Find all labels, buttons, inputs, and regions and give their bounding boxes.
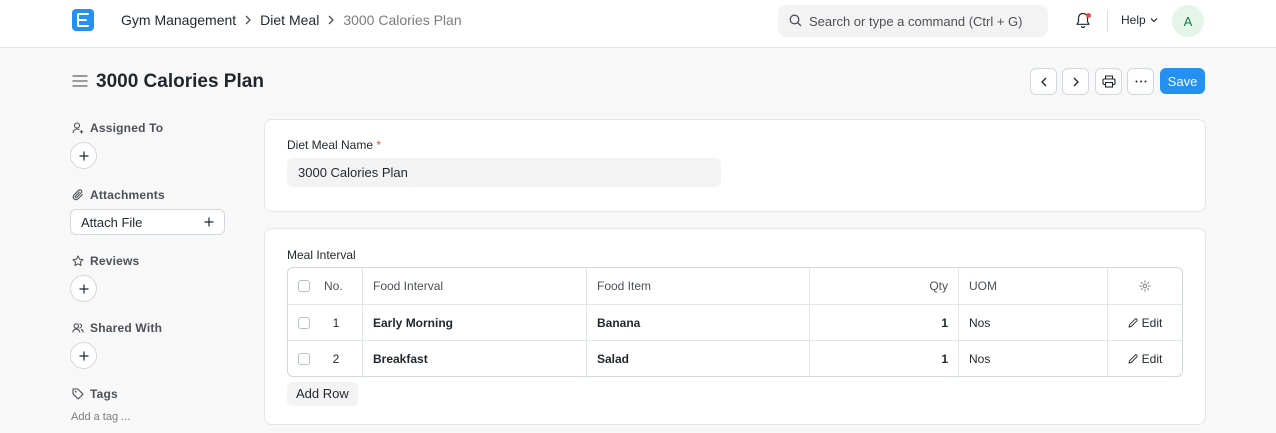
edit-label: Edit: [1141, 315, 1163, 330]
attachments-label: Attachments: [90, 188, 165, 202]
pencil-icon: [1128, 317, 1138, 328]
add-tag-link[interactable]: Add a tag ...: [71, 411, 130, 423]
more-actions-button[interactable]: [1127, 68, 1154, 95]
print-button[interactable]: [1095, 68, 1122, 95]
gear-icon[interactable]: [1139, 280, 1151, 292]
star-icon: [72, 255, 84, 267]
edit-label: Edit: [1141, 351, 1163, 366]
plus-icon: [79, 151, 89, 161]
table-row[interactable]: 2 Breakfast Salad 1 Nos Edit: [288, 340, 1182, 376]
assigned-to-label: Assigned To: [90, 121, 164, 135]
breadcrumb: Gym Management Diet Meal 3000 Calories P…: [121, 12, 462, 28]
select-all-cell: [288, 268, 320, 304]
details-card: Diet Meal Name * 3000 Calories Plan: [264, 119, 1206, 212]
column-settings-cell[interactable]: [1107, 268, 1182, 304]
breadcrumb-gym-management[interactable]: Gym Management: [121, 12, 236, 28]
shared-with-section: Shared With: [72, 321, 162, 335]
help-label: Help: [1121, 13, 1146, 27]
navbar-divider: [1107, 10, 1108, 32]
select-all-checkbox[interactable]: [298, 280, 310, 292]
help-dropdown[interactable]: Help: [1121, 13, 1158, 27]
previous-doc-button[interactable]: [1030, 68, 1057, 95]
qty-cell[interactable]: 1: [809, 341, 958, 376]
food-interval-cell[interactable]: Breakfast: [362, 341, 586, 376]
qty-cell[interactable]: 1: [809, 305, 958, 340]
add-review-button[interactable]: [70, 275, 97, 302]
page-title: 3000 Calories Plan: [96, 71, 264, 92]
chevron-right-icon: [236, 15, 260, 25]
table-row[interactable]: 1 Early Morning Banana 1 Nos Edit: [288, 304, 1182, 340]
add-assignee-button[interactable]: [70, 142, 97, 169]
column-header-food-interval: Food Interval: [362, 268, 586, 304]
navbar: Gym Management Diet Meal 3000 Calories P…: [0, 0, 1276, 48]
chevron-down-icon: [1150, 17, 1158, 23]
row-number-cell: 2: [320, 341, 362, 376]
column-header-uom: UOM: [958, 268, 1107, 304]
tags-section: Tags: [72, 387, 118, 401]
more-dots-icon: [1135, 80, 1147, 83]
attachments-section: Attachments: [72, 188, 165, 202]
plus-icon: [204, 217, 214, 227]
table-header-row: No. Food Interval Food Item Qty UOM: [288, 268, 1182, 304]
chevron-right-icon: [1072, 77, 1080, 87]
users-icon: [72, 322, 84, 334]
attach-file-button[interactable]: Attach File: [70, 209, 225, 235]
paperclip-icon: [72, 189, 84, 201]
meal-interval-label: Meal Interval: [287, 248, 356, 262]
search-input[interactable]: [809, 5, 1041, 37]
meal-interval-table: No. Food Interval Food Item Qty UOM 1 Ea…: [287, 267, 1183, 377]
breadcrumb-diet-meal[interactable]: Diet Meal: [260, 12, 319, 28]
app-logo-icon[interactable]: [72, 9, 94, 31]
uom-cell[interactable]: Nos: [958, 341, 1107, 376]
chevron-right-icon: [319, 15, 343, 25]
row-number: 1: [332, 315, 340, 330]
row-checkbox[interactable]: [298, 352, 310, 365]
chevron-left-icon: [1040, 77, 1048, 87]
row-edit-button[interactable]: Edit: [1128, 351, 1163, 366]
next-doc-button[interactable]: [1062, 68, 1089, 95]
row-number-cell: 1: [320, 305, 362, 340]
attach-file-label: Attach File: [81, 214, 143, 230]
save-button[interactable]: Save: [1160, 68, 1205, 94]
pencil-icon: [1128, 353, 1138, 364]
search-bar[interactable]: [778, 5, 1048, 37]
avatar[interactable]: A: [1172, 5, 1204, 37]
required-mark: *: [376, 138, 382, 152]
tags-label: Tags: [90, 387, 118, 401]
add-share-button[interactable]: [70, 342, 97, 369]
row-edit-button[interactable]: Edit: [1128, 315, 1163, 330]
column-header-no: No.: [324, 279, 343, 293]
printer-icon: [1101, 75, 1116, 88]
row-edit-cell: Edit: [1107, 341, 1182, 376]
row-select-cell: [288, 341, 320, 376]
uom-cell[interactable]: Nos: [958, 305, 1107, 340]
row-select-cell: [288, 305, 320, 340]
assigned-to-section: Assigned To: [72, 121, 163, 135]
add-row-button[interactable]: Add Row: [287, 382, 358, 406]
meal-interval-card: Meal Interval No. Food Interval Food Ite…: [264, 228, 1206, 425]
notification-dot: [1086, 13, 1091, 18]
shared-with-label: Shared With: [90, 321, 163, 335]
food-interval-cell[interactable]: Early Morning: [362, 305, 586, 340]
food-item-cell[interactable]: Salad: [586, 341, 809, 376]
tag-icon: [72, 388, 84, 400]
plus-icon: [79, 284, 89, 294]
food-item-cell[interactable]: Banana: [586, 305, 809, 340]
diet-meal-name-input[interactable]: 3000 Calories Plan: [287, 158, 721, 187]
reviews-label: Reviews: [90, 254, 140, 268]
row-checkbox[interactable]: [298, 316, 310, 329]
sidebar-toggle-icon[interactable]: [72, 75, 88, 87]
diet-meal-name-label: Diet Meal Name *: [287, 138, 381, 152]
search-icon: [789, 14, 802, 27]
breadcrumb-current[interactable]: 3000 Calories Plan: [343, 12, 461, 28]
diet-meal-name-label-text: Diet Meal Name: [287, 138, 374, 152]
column-header-food-item: Food Item: [586, 268, 809, 304]
column-header-qty: Qty: [809, 268, 958, 304]
row-edit-cell: Edit: [1107, 305, 1182, 340]
row-number: 2: [332, 351, 340, 366]
plus-icon: [79, 351, 89, 361]
user-icon: [72, 122, 84, 134]
reviews-section: Reviews: [72, 254, 139, 268]
